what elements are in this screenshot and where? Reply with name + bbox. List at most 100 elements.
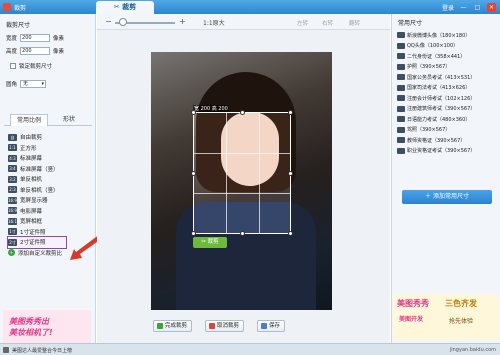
ratio-widescreen-icon: 16:9 [8, 196, 17, 204]
promo-line: 美图秀秀出 [9, 317, 49, 326]
site-watermark: jingyan.baidu.com [449, 347, 496, 353]
preset-item[interactable]: 驾照（390×567） [397, 125, 499, 136]
lock-size-row[interactable]: 锁定裁剪尺寸 [10, 62, 52, 70]
height-label: 高度 [6, 49, 18, 55]
grid-line [194, 193, 290, 194]
preset-icon [397, 147, 405, 154]
crop-handle[interactable] [191, 110, 196, 115]
ratio-item[interactable]: 4:3 标准屏幕 [8, 153, 88, 164]
ratio-item[interactable]: 16:9 宽屏显示器 [8, 195, 88, 206]
lock-size-label: 锁定裁剪尺寸 [19, 64, 53, 70]
crop-mask [151, 112, 193, 234]
common-sizes-title: 常用尺寸 [398, 20, 423, 27]
preset-label: 教师资格证（390×567） [407, 137, 466, 144]
right-panel: 常用尺寸 新浪微博头像（180×180） QQ头像（100×100） 二代身份证… [391, 14, 500, 343]
rotate-left-button[interactable]: 左转 [297, 19, 308, 27]
zoom-out-button[interactable]: − [105, 17, 112, 26]
save-button[interactable]: 保存 [257, 320, 286, 332]
close-button[interactable]: ✕ [487, 2, 496, 12]
done-crop-button[interactable]: 完成裁剪 [153, 320, 193, 332]
preset-label: 注册会计师考试（102×126） [407, 95, 476, 102]
ratio-item[interactable]: 16:10 宽屏相框 [8, 216, 88, 227]
login-link[interactable]: 登录 [442, 3, 454, 12]
preset-item[interactable]: 新浪微博头像（180×180） [397, 30, 499, 41]
ratio-item[interactable]: 自自由裁剪 [8, 132, 88, 143]
apply-crop-label: 裁剪 [207, 239, 219, 245]
corner-label: 圆角 [6, 82, 18, 88]
ratio-screen-portrait-icon: 3:4 [8, 165, 17, 173]
add-icon: + [8, 249, 15, 257]
tab-shape[interactable]: 形状 [50, 114, 88, 126]
preset-icon [397, 63, 405, 70]
minimize-button[interactable]: — [459, 3, 468, 12]
height-input[interactable]: 200 [20, 47, 51, 55]
zoom-in-button[interactable]: + [179, 17, 186, 26]
crop-handle[interactable] [191, 171, 196, 176]
ratio-item[interactable]: 2:3 单反相机（竖） [8, 185, 88, 196]
cancel-crop-button[interactable]: 取消裁剪 [205, 320, 245, 332]
window-title: 裁剪 [14, 5, 27, 12]
flip-button[interactable]: 翻转 [349, 19, 360, 27]
preset-item[interactable]: 国家公务员考试（413×531） [397, 72, 499, 83]
preset-item[interactable]: QQ头像（100×100） [397, 41, 499, 52]
preset-label: 国家公务员考试（413×531） [407, 74, 476, 81]
ratio-label: 单反相机 [20, 177, 43, 184]
tab-crop[interactable]: ✂ 裁剪 [96, 1, 154, 14]
preset-item[interactable]: 日语能力考试（480×360） [397, 114, 499, 125]
actual-size-button[interactable]: 1:1原大 [203, 18, 225, 27]
width-input[interactable]: 200 [20, 34, 51, 42]
height-row: 高度 200 像素 [6, 47, 64, 55]
preset-item[interactable]: 二代身份证（358×441） [397, 51, 499, 62]
ratio-item-selected[interactable]: 2寸 2寸证件照 [7, 236, 67, 249]
add-preset-button[interactable]: ＋ 添加常用尺寸 [402, 190, 492, 204]
ratio-label: 1寸证件照 [20, 229, 46, 236]
width-row: 宽度 200 像素 [6, 34, 64, 42]
crop-handle[interactable] [288, 110, 293, 115]
preset-icon [397, 53, 405, 60]
ratio-item[interactable]: 16:9 电影屏幕 [8, 206, 88, 217]
preset-icon [397, 137, 405, 144]
cancel-icon [209, 323, 215, 329]
preset-item[interactable]: 护照（390×567） [397, 62, 499, 73]
preset-item[interactable]: 注册会计师考试（102×126） [397, 93, 499, 104]
crop-box[interactable] [191, 110, 293, 236]
crop-handle[interactable] [288, 171, 293, 176]
ratio-label: 标准屏幕（竖） [20, 166, 59, 173]
preset-item[interactable]: 职业资格证考试（390×567） [397, 146, 499, 157]
crop-handle[interactable] [191, 231, 196, 236]
save-label: 保存 [269, 323, 281, 329]
corner-select[interactable]: 无 [20, 80, 47, 88]
preset-label: 日语能力考试（480×360） [407, 116, 471, 123]
width-unit: 像素 [53, 36, 65, 42]
preset-item[interactable]: 教师资格证（390×567） [397, 135, 499, 146]
title-bar: 裁剪 ✂ 裁剪 登录 — □ ✕ [0, 0, 500, 14]
ratio-item[interactable]: 3:2 单反相机 [8, 174, 88, 185]
maximize-button[interactable]: □ [473, 3, 482, 12]
lock-size-checkbox[interactable] [10, 63, 16, 69]
ratio-frame-icon: 16:10 [8, 217, 20, 225]
ratio-item[interactable]: 1:1 正方形 [8, 143, 88, 154]
preset-label: 护照（390×567） [407, 64, 451, 71]
done-crop-label: 完成裁剪 [165, 323, 188, 329]
crop-dimension-label: 宽 200 高 200 [193, 105, 229, 112]
zoom-slider-handle[interactable] [119, 18, 127, 26]
ratio-dslr-portrait-icon: 2:3 [8, 186, 17, 194]
crop-handle[interactable] [240, 231, 245, 236]
corner-row: 圆角 无 [6, 80, 47, 88]
tab-common-ratio[interactable]: 常用比例 [10, 114, 48, 126]
preset-item[interactable]: 国家司法考试（413×626） [397, 83, 499, 94]
photo-canvas[interactable]: 宽 200 高 200 ✂ 裁剪 [151, 52, 332, 310]
preset-item[interactable]: 注册建筑师考试（390×567） [397, 104, 499, 115]
apply-crop-button[interactable]: ✂ 裁剪 [193, 237, 227, 248]
status-text[interactable]: 美图达人最爱整合今日上榜 [12, 347, 72, 354]
ratio-item[interactable]: 3:4 标准屏幕（竖） [8, 164, 88, 175]
grid-line [259, 113, 260, 233]
ratio-dslr-icon: 3:2 [8, 175, 17, 183]
promo-banner-right[interactable]: 美图秀秀 三色齐发 美图开发 抢先体验 [393, 294, 499, 340]
crop-handle[interactable] [240, 110, 245, 115]
tab-crop-label: 裁剪 [122, 3, 137, 11]
crop-handle[interactable] [288, 231, 293, 236]
preset-icon [397, 84, 405, 91]
rotate-right-button[interactable]: 右转 [322, 19, 333, 27]
preset-icon [397, 32, 405, 39]
